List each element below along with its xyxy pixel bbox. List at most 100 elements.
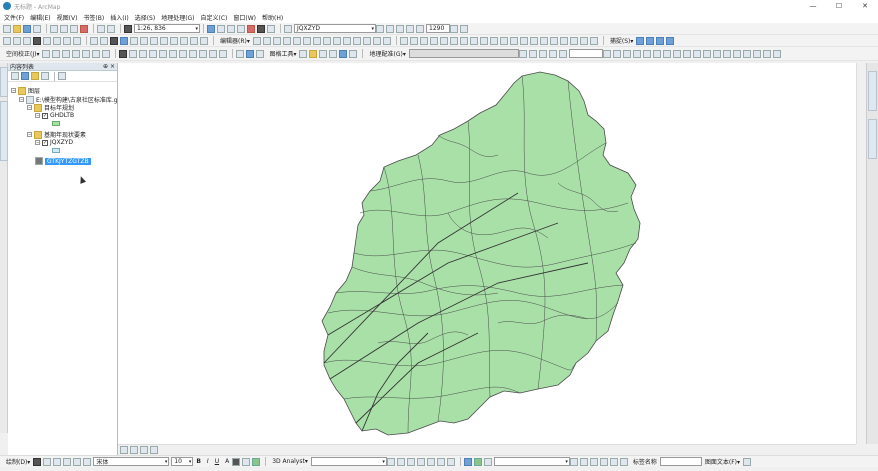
tree-root[interactable]: − 图层 — [11, 86, 40, 95]
vertex-icon[interactable] — [179, 49, 188, 58]
close-button[interactable]: ✕ — [852, 0, 878, 12]
generalize-icon[interactable] — [469, 36, 478, 45]
union-icon[interactable] — [549, 36, 558, 45]
point-snap-icon[interactable] — [636, 36, 645, 45]
3d-tool2-icon[interactable] — [396, 457, 405, 466]
tool-c-icon[interactable] — [396, 24, 404, 33]
pan-icon[interactable] — [23, 36, 31, 45]
pin-icon[interactable] — [299, 49, 308, 58]
list-by-visibility-icon[interactable] — [31, 72, 39, 80]
georef-extra2-icon[interactable] — [682, 49, 691, 58]
menu-item-7[interactable]: 自定义(C) — [201, 13, 228, 22]
layout-menu[interactable]: 图格工具▾ — [269, 49, 296, 58]
time-slider-icon[interactable] — [170, 36, 178, 45]
add-data-icon[interactable] — [124, 24, 132, 33]
grid-icon[interactable] — [129, 49, 138, 58]
georef-layer-combo[interactable] — [408, 49, 519, 58]
delete-icon[interactable] — [80, 24, 88, 33]
fixed-zoom-out-icon[interactable] — [53, 36, 61, 45]
reshape-icon[interactable] — [322, 36, 331, 45]
table-icon[interactable] — [236, 49, 245, 58]
multi-displacement-icon[interactable] — [62, 49, 71, 58]
identity-link-icon[interactable] — [72, 49, 81, 58]
zoom-whole-page-icon[interactable] — [53, 457, 62, 466]
zoom-combo[interactable]: 1290 — [426, 24, 450, 33]
layer-combo[interactable]: JQXZYD ▾ — [294, 24, 376, 33]
copy-parallel-icon[interactable] — [529, 36, 538, 45]
arctoolbox-icon[interactable] — [247, 24, 255, 33]
spatial-adjust-menu[interactable]: 空间校正(J)▾ — [6, 49, 39, 58]
globe-icon[interactable] — [339, 49, 348, 58]
zoom-in-icon[interactable] — [3, 36, 11, 45]
tree-layer2[interactable]: − ✓ JQXZYD — [35, 139, 73, 146]
end-snap-icon[interactable] — [646, 36, 655, 45]
edit-tool-icon[interactable] — [252, 36, 261, 45]
layout-icon[interactable] — [256, 49, 265, 58]
new-doc-icon[interactable] — [3, 24, 11, 33]
zoom-out-icon[interactable] — [13, 36, 21, 45]
toc-options-icon[interactable] — [58, 72, 66, 80]
node-icon[interactable] — [169, 49, 178, 58]
paste-icon[interactable] — [70, 24, 78, 33]
3d-tool5-icon[interactable] — [426, 457, 435, 466]
link-table-icon[interactable] — [92, 49, 101, 58]
shift-icon[interactable] — [528, 49, 537, 58]
preview-adjust-icon[interactable] — [102, 49, 111, 58]
georef-extra-icon[interactable] — [672, 49, 681, 58]
label-combo[interactable] — [659, 457, 702, 466]
georef-extra7-icon[interactable] — [732, 49, 741, 58]
rotate-georef-icon[interactable] — [518, 49, 527, 58]
find-icon[interactable] — [130, 36, 138, 45]
font-color-button[interactable]: A — [225, 458, 229, 465]
layer2-checkbox[interactable]: ✓ — [42, 139, 48, 146]
georef-extra6-icon[interactable] — [722, 49, 731, 58]
3d-tool1-icon[interactable] — [386, 457, 395, 466]
maximize-button[interactable]: ☐ — [826, 0, 852, 12]
3d-tool4-icon[interactable] — [416, 457, 425, 466]
limited-adjust-icon[interactable] — [82, 49, 91, 58]
topology-edit-icon[interactable] — [419, 36, 428, 45]
viewer-icon[interactable] — [200, 36, 208, 45]
anim-tool2-icon[interactable] — [579, 457, 588, 466]
3d-analyst-menu[interactable]: 3D Analyst▾ — [272, 458, 308, 465]
italic-button[interactable]: I — [207, 458, 209, 465]
menu-item-1[interactable]: 编辑(E) — [30, 13, 50, 22]
list-by-drawing-order-icon[interactable] — [11, 72, 19, 80]
georef-extra11-icon[interactable] — [772, 49, 781, 58]
map-horizontal-scrollbar[interactable] — [118, 444, 856, 454]
fixed-zoom-in-icon[interactable] — [43, 36, 51, 45]
list-by-source-icon[interactable] — [21, 72, 29, 80]
go-xy-icon[interactable] — [190, 36, 198, 45]
catalog-icon[interactable] — [227, 24, 235, 33]
minimize-button[interactable]: — — [800, 0, 826, 12]
attributes-icon[interactable] — [362, 36, 371, 45]
new-displacement-icon[interactable] — [52, 49, 61, 58]
python-icon[interactable] — [257, 24, 265, 33]
explode-icon[interactable] — [579, 36, 588, 45]
font-size-combo[interactable]: 10 ▾ — [171, 457, 194, 466]
show-shared-icon[interactable] — [429, 36, 438, 45]
forward-extent-icon[interactable] — [73, 36, 81, 45]
ruler-icon[interactable] — [319, 49, 328, 58]
tool-g-icon[interactable] — [460, 24, 468, 33]
edit-annotation-icon[interactable] — [262, 36, 271, 45]
layer-add-icon[interactable] — [349, 49, 358, 58]
3d-tool7-icon[interactable] — [446, 457, 455, 466]
auto-adjust-icon[interactable] — [642, 49, 651, 58]
select-element-icon[interactable] — [33, 457, 42, 466]
arc-icon[interactable] — [189, 49, 198, 58]
toc-pin-close[interactable]: ⊕ × — [103, 63, 115, 70]
vertex-snap-icon[interactable] — [656, 36, 665, 45]
bold-button[interactable]: B — [196, 458, 201, 465]
map-vertical-scrollbar[interactable] — [856, 63, 866, 444]
menu-item-6[interactable]: 地理处理(G) — [161, 13, 194, 22]
link-icon[interactable] — [602, 49, 611, 58]
construct-features-icon[interactable] — [499, 36, 508, 45]
georef-extra8-icon[interactable] — [742, 49, 751, 58]
straight-segment-icon[interactable] — [272, 36, 281, 45]
snapping-menu[interactable]: 捕捉(S)▾ — [610, 36, 634, 45]
error-inspector-icon[interactable] — [449, 36, 458, 45]
marker-color-icon[interactable] — [252, 457, 261, 466]
draw-line-icon[interactable] — [149, 49, 158, 58]
merge-icon[interactable] — [539, 36, 548, 45]
